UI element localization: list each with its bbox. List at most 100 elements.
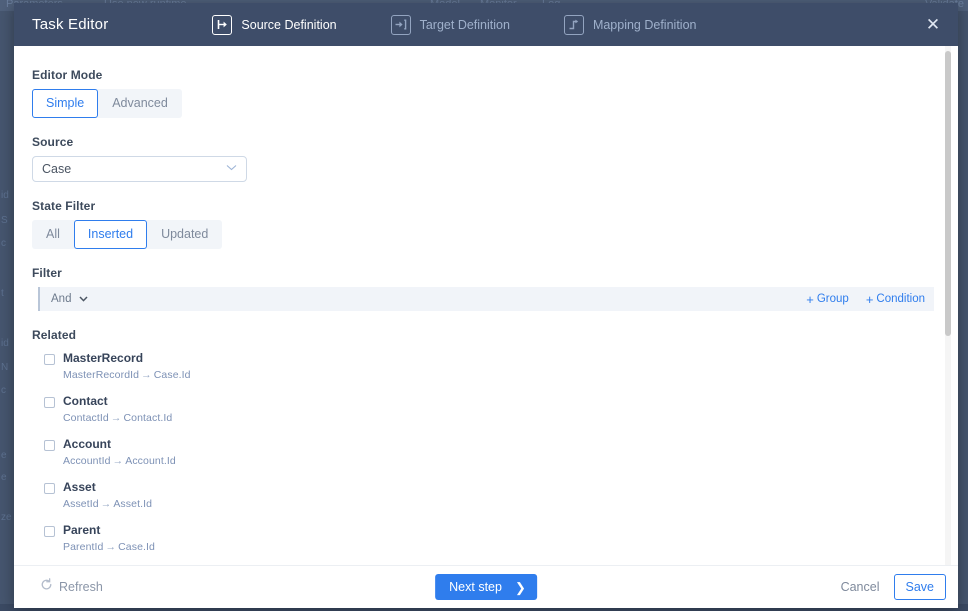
- footer-actions: Cancel Save: [837, 574, 946, 600]
- scrollbar-thumb[interactable]: [945, 51, 951, 336]
- filter-logic-operator-select[interactable]: And: [51, 293, 88, 305]
- related-item-to: Case.Id: [118, 541, 155, 553]
- next-step-button[interactable]: Next step ❯: [435, 574, 537, 600]
- add-group-label: Group: [816, 293, 849, 305]
- target-definition-icon: [390, 14, 411, 35]
- related-item-to: Account.Id: [125, 455, 176, 467]
- related-item-name: Parent: [63, 523, 101, 537]
- state-filter-option-all[interactable]: All: [32, 220, 74, 249]
- editor-mode-option-simple[interactable]: Simple: [32, 89, 99, 118]
- related-list: MasterRecord MasterRecordId → Case.Id Contac…: [32, 352, 938, 565]
- background-left-panel: id Sc t id Nc e e ze: [0, 11, 14, 611]
- related-item-checkbox[interactable]: [44, 440, 55, 451]
- source-field: Source Case: [32, 135, 938, 182]
- list-item[interactable]: Parent ParentId → Case.Id: [44, 524, 938, 553]
- page-title: Task Editor: [32, 16, 109, 33]
- arrow-right-icon: →: [105, 541, 117, 553]
- state-filter-label: State Filter: [32, 199, 96, 213]
- refresh-label: Refresh: [59, 580, 103, 594]
- mapping-definition-icon: [563, 14, 584, 35]
- related-item-checkbox[interactable]: [44, 354, 55, 365]
- related-item-mapping: AssetId → Asset.Id: [63, 498, 938, 510]
- cancel-button[interactable]: Cancel: [837, 574, 884, 600]
- list-item[interactable]: Account AccountId → Account.Id: [44, 438, 938, 467]
- vertical-scrollbar[interactable]: [945, 46, 951, 565]
- editor-mode-option-advanced[interactable]: Advanced: [98, 89, 182, 118]
- tab-target-definition[interactable]: Target Definition: [390, 14, 510, 35]
- background-text-fragment: ze: [1, 512, 12, 523]
- related-item-from: AssetId: [63, 498, 99, 510]
- related-item-checkbox[interactable]: [44, 483, 55, 494]
- related-item-to: Asset.Id: [113, 498, 153, 510]
- background-text-fragment: c: [1, 385, 6, 396]
- arrow-right-icon: →: [110, 412, 122, 424]
- tab-mapping-definition[interactable]: Mapping Definition: [563, 14, 697, 35]
- arrow-right-icon: →: [141, 369, 152, 381]
- background-text-fragment: N: [1, 362, 9, 373]
- task-editor-modal: Task Editor Source Definition Target Def…: [14, 3, 958, 608]
- editor-mode-segmented-control: Simple Advanced: [32, 89, 182, 118]
- modal-header: Task Editor Source Definition Target Def…: [14, 3, 958, 46]
- source-select[interactable]: Case: [32, 156, 247, 182]
- source-select-value: Case: [42, 162, 72, 176]
- plus-icon: +: [865, 291, 874, 307]
- related-item-name: Account: [63, 437, 111, 451]
- add-group-button[interactable]: + Group: [806, 293, 849, 306]
- related-item-name: Contact: [63, 394, 108, 408]
- next-step-label: Next step: [449, 580, 502, 594]
- state-filter-segmented-control: All Inserted Updated: [32, 220, 223, 249]
- list-item[interactable]: Contact ContactId → Contact.Id: [44, 395, 938, 424]
- related-item-from: ParentId: [63, 541, 104, 553]
- chevron-right-icon: ❯: [514, 579, 526, 595]
- background-text-fragment: S: [1, 215, 8, 226]
- list-item[interactable]: Asset AssetId → Asset.Id: [44, 481, 938, 510]
- refresh-icon: [40, 578, 53, 596]
- tab-source-definition[interactable]: Source Definition: [212, 14, 337, 35]
- related-item-checkbox[interactable]: [44, 526, 55, 537]
- related-item-checkbox[interactable]: [44, 397, 55, 408]
- plus-icon: +: [806, 291, 814, 307]
- state-filter-option-updated[interactable]: Updated: [147, 220, 222, 249]
- close-icon[interactable]: ✕: [922, 14, 944, 36]
- modal-footer: Refresh Next step ❯ Cancel Save: [14, 565, 958, 608]
- related-item-mapping: ContactId → Contact.Id: [63, 412, 938, 424]
- editor-mode-label: Editor Mode: [32, 68, 103, 82]
- tab-mapping-definition-label: Mapping Definition: [592, 17, 697, 32]
- list-item[interactable]: MasterRecord MasterRecordId → Case.Id: [44, 352, 938, 381]
- related-item-mapping: AccountId → Account.Id: [63, 455, 938, 467]
- related-item-mapping: ParentId → Case.Id: [63, 541, 938, 553]
- tab-target-definition-label: Target Definition: [419, 17, 510, 32]
- related-label: Related: [32, 328, 77, 342]
- tab-source-definition-label: Source Definition: [241, 17, 337, 32]
- related-item-to: Case.Id: [153, 369, 191, 381]
- add-condition-label: Condition: [876, 293, 925, 305]
- refresh-button[interactable]: Refresh: [40, 578, 103, 596]
- related-item-from: ContactId: [63, 412, 109, 424]
- background-text-fragment: id: [1, 338, 9, 349]
- related-field: Related MasterRecord MasterRecordId → Case.…: [32, 328, 938, 565]
- related-item-mapping: MasterRecordId → Case.Id: [63, 369, 938, 381]
- background-text-fragment: e: [1, 472, 7, 483]
- source-label: Source: [32, 135, 74, 149]
- filter-label: Filter: [32, 266, 62, 280]
- filter-builder-row: And + Group + Condition: [38, 287, 934, 311]
- background-text-fragment: t: [1, 288, 4, 299]
- related-item-from: AccountId: [63, 455, 111, 467]
- related-item-from: MasterRecordId: [63, 369, 140, 381]
- save-button[interactable]: Save: [893, 574, 946, 600]
- related-item-name: Asset: [63, 480, 96, 494]
- related-item-name: MasterRecord: [63, 351, 144, 365]
- source-definition-icon: [212, 14, 233, 35]
- add-condition-button[interactable]: + Condition: [866, 293, 925, 306]
- form-scroll-area: Editor Mode Simple Advanced Source Case: [14, 46, 958, 565]
- arrow-right-icon: →: [100, 498, 112, 510]
- editor-mode-field: Editor Mode Simple Advanced: [32, 68, 938, 118]
- background-text-fragment: e: [1, 450, 7, 461]
- modal-body: Editor Mode Simple Advanced Source Case: [14, 46, 958, 565]
- chevron-down-icon: [226, 164, 237, 174]
- filter-field: Filter And + Group + Condition: [32, 266, 938, 311]
- related-item-to: Contact.Id: [123, 412, 173, 424]
- background-right-panel: [958, 11, 968, 611]
- state-filter-option-inserted[interactable]: Inserted: [73, 220, 148, 249]
- arrow-right-icon: →: [112, 455, 124, 467]
